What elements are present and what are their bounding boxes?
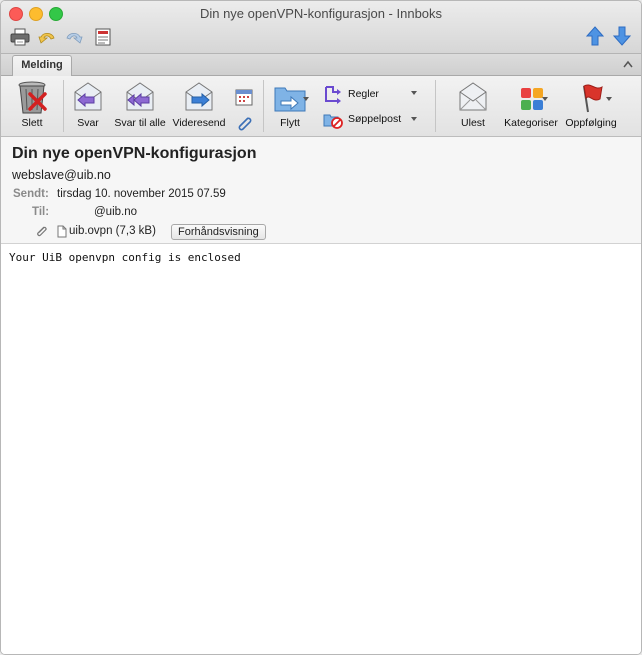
reply-all-label: Svar til alle xyxy=(114,117,166,129)
message-subject: Din nye openVPN-konfigurasjon xyxy=(12,145,257,162)
reply-all-button[interactable]: Svar til alle xyxy=(113,78,167,129)
junk-icon xyxy=(323,114,343,129)
delete-button[interactable]: Slett xyxy=(10,78,54,129)
chevron-up-icon[interactable] xyxy=(621,58,635,71)
junk-button[interactable]: Søppelpost xyxy=(323,109,401,129)
followup-dropdown-icon[interactable] xyxy=(606,97,612,101)
title-bar: Din nye openVPN-konfigurasjon - Innboks xyxy=(1,1,641,54)
junk-label: Søppelpost xyxy=(348,113,402,125)
reply-all-icon xyxy=(126,82,154,111)
ribbon-tab-bar: Melding xyxy=(1,54,641,76)
rules-label: Regler xyxy=(348,88,379,100)
redo-icon[interactable] xyxy=(63,26,85,48)
forward-button[interactable]: Videresend xyxy=(172,78,226,129)
tab-melding[interactable]: Melding xyxy=(12,55,72,76)
reply-button[interactable]: Svar xyxy=(70,78,106,129)
message-sender[interactable]: webslave@uib.no xyxy=(12,168,111,182)
ribbon: Slett Svar Svar til alle Videresend Flyt… xyxy=(1,76,641,137)
reply-label: Svar xyxy=(77,117,99,129)
flag-icon xyxy=(583,84,603,113)
forward-icon xyxy=(185,82,213,111)
move-dropdown-icon[interactable] xyxy=(303,97,309,101)
paperclip-icon xyxy=(238,117,252,131)
separator xyxy=(435,80,436,132)
reply-icon xyxy=(74,82,102,111)
attachment-name[interactable]: uib.ovpn (7,3 kB) xyxy=(69,225,156,237)
delete-label: Slett xyxy=(21,117,43,129)
to-value[interactable]: @uib.no xyxy=(94,206,137,218)
message-body-text: Your UiB openvpn config is enclosed xyxy=(9,251,241,264)
to-label: Til: xyxy=(32,206,50,218)
move-button[interactable]: Flytt xyxy=(269,78,311,129)
forward-label: Videresend xyxy=(172,117,226,129)
attachment-paperclip-icon xyxy=(34,224,48,243)
unread-envelope-icon xyxy=(459,82,487,111)
categorize-label: Kategoriser xyxy=(504,117,558,129)
separator xyxy=(63,80,64,132)
rules-icon xyxy=(325,86,341,104)
junk-dropdown-icon[interactable] xyxy=(411,117,417,121)
rules-dropdown-icon[interactable] xyxy=(411,91,417,95)
calendar-icon xyxy=(235,89,253,106)
message-header: Din nye openVPN-konfigurasjon webslave@u… xyxy=(1,137,641,244)
down-arrow-icon[interactable] xyxy=(612,25,632,47)
unread-label: Ulest xyxy=(461,117,485,129)
file-icon xyxy=(57,225,67,243)
unread-button[interactable]: Ulest xyxy=(453,78,493,129)
move-label: Flytt xyxy=(280,117,300,129)
followup-label: Oppfølging xyxy=(565,117,617,129)
window-title: Din nye openVPN-konfigurasjon - Innboks xyxy=(199,6,443,21)
meeting-button[interactable] xyxy=(234,87,254,107)
more-options-icon[interactable] xyxy=(92,26,114,48)
print-icon[interactable] xyxy=(9,26,31,48)
preview-button[interactable]: Forhåndsvisning xyxy=(171,224,266,240)
followup-button[interactable]: Oppfølging xyxy=(563,78,619,129)
categorize-button[interactable]: Kategoriser xyxy=(502,78,560,129)
categorize-dropdown-icon[interactable] xyxy=(542,97,548,101)
folder-move-icon xyxy=(274,87,306,112)
undo-icon[interactable] xyxy=(36,26,58,48)
trash-icon xyxy=(18,81,47,114)
rules-button[interactable]: Regler xyxy=(323,84,379,104)
attachment-button[interactable] xyxy=(234,113,254,133)
sent-value: tirsdag 10. november 2015 07.59 xyxy=(57,188,226,200)
up-arrow-icon[interactable] xyxy=(585,25,605,47)
sent-label: Sendt: xyxy=(13,188,49,200)
mail-window: Din nye openVPN-konfigurasjon - Innboks xyxy=(0,0,642,655)
message-body[interactable]: Your UiB openvpn config is enclosed xyxy=(1,244,641,654)
separator xyxy=(263,80,264,132)
